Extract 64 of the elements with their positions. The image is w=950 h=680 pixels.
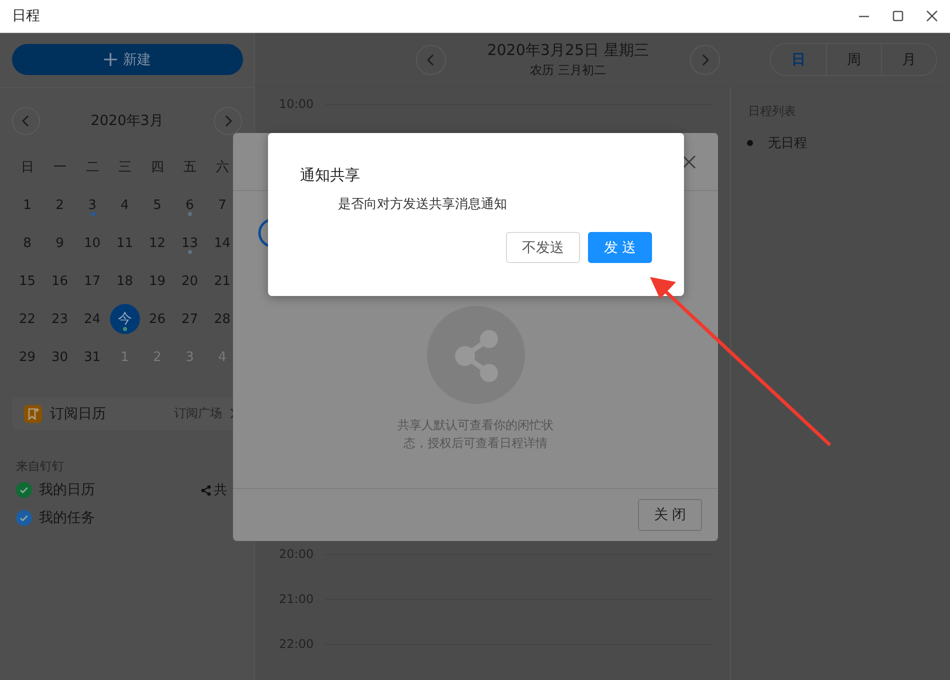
calendar-day[interactable]: 今 [110,304,140,334]
weekday-label: 六 [214,159,230,177]
weekday-label: 五 [182,159,198,177]
calendar-day[interactable]: 7 [218,198,226,212]
calendar-day[interactable]: 17 [84,274,101,288]
bookmark-icon [24,404,42,422]
calendar-day[interactable]: 18 [116,274,134,288]
calendar-day[interactable]: 2 [56,198,64,212]
previous-day-button[interactable] [416,44,446,74]
share-link[interactable]: 共 [214,481,227,499]
calendar-day[interactable]: 4 [120,198,129,212]
new-button[interactable]: 新建 [12,44,243,75]
close-button[interactable]: 关 闭 [638,499,702,531]
calendar-day[interactable]: 20 [181,274,198,288]
check-icon[interactable] [16,510,32,526]
calendar-day[interactable]: 19 [148,274,166,288]
calendar-name: 我的日历 [39,481,95,499]
calendar-day[interactable]: 15 [18,274,36,288]
dialog-message: 是否向对方发送共享消息通知 [338,196,508,214]
close-icon[interactable] [926,10,938,22]
calendar-day[interactable]: 21 [214,274,231,288]
calendar-day[interactable]: 29 [18,350,36,364]
calendar-name: 我的任务 [39,509,95,527]
calendar-day[interactable]: 14 [214,236,231,250]
calendar-day[interactable]: 11 [116,236,134,250]
cancel-button[interactable]: 不发送 [506,232,580,263]
send-button[interactable]: 发 送 [588,232,652,263]
plus-icon [104,53,117,66]
weekday-label: 二 [84,159,100,177]
calendar-day[interactable]: 12 [148,236,166,250]
calendar-day[interactable]: 30 [51,350,68,364]
next-day-button[interactable] [690,44,720,74]
calendar-day[interactable]: 10 [84,236,101,250]
calendar-day[interactable]: 27 [181,312,198,326]
weekday-label: 三 [117,159,132,177]
calendar-day[interactable]: 5 [153,198,162,212]
calendar-day[interactable]: 8 [23,236,32,250]
calendar-day[interactable]: 6 [186,198,194,212]
share-icon [426,306,524,404]
calendar-day[interactable]: 31 [84,350,101,364]
dialog-title: 通知共享 [300,165,361,186]
calendar-day[interactable]: 3 [88,198,96,212]
month-title: 2020年3月 [90,112,164,130]
weekday-label: 日 [20,159,35,177]
previous-month-button[interactable] [12,107,40,135]
close-icon[interactable] [682,154,696,168]
calendar-day[interactable]: 28 [214,312,231,326]
share-icon[interactable] [201,484,211,496]
calendar-day[interactable]: 22 [18,312,36,326]
bullet-icon [747,140,753,146]
weekday-label: 一 [52,159,68,177]
weekday-label: 四 [150,159,165,177]
next-month-button[interactable] [214,107,242,135]
calendar-day[interactable]: 24 [84,312,101,326]
calendar-day[interactable]: 16 [51,274,68,288]
check-icon[interactable] [16,482,32,498]
calendar-day[interactable]: 9 [56,236,64,250]
window-title: 日程 [12,7,40,25]
calendar-day[interactable]: 13 [181,236,198,250]
subscribe-label: 订阅日历 [50,404,106,422]
calendar-day[interactable]: 23 [51,312,68,326]
calendar-day[interactable]: 26 [148,312,166,326]
maximize-icon[interactable] [892,10,904,22]
calendar-day[interactable]: 1 [23,198,32,212]
